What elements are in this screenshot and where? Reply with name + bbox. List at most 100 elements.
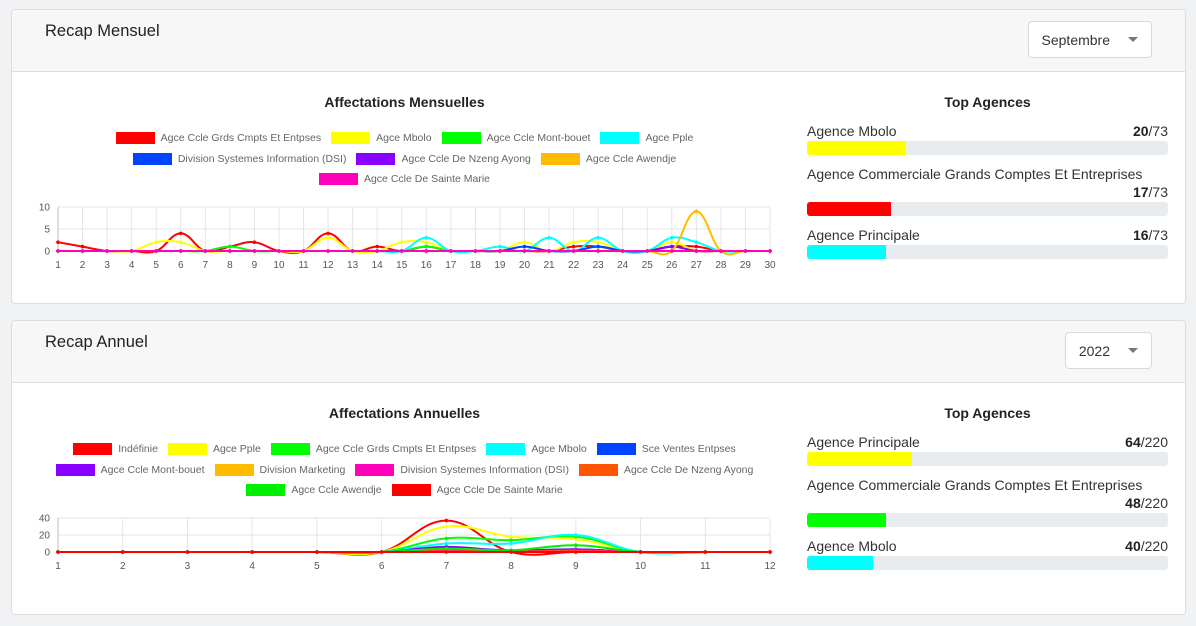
annual-data-point[interactable]: [185, 550, 190, 554]
monthly-data-point[interactable]: [596, 249, 600, 253]
annual-data-point[interactable]: [574, 550, 578, 554]
agency-score-total: /73: [1148, 184, 1168, 200]
monthly-data-point[interactable]: [375, 249, 379, 253]
monthly-data-point[interactable]: [669, 244, 674, 249]
annual-data-point[interactable]: [444, 550, 449, 554]
monthly-data-point[interactable]: [154, 249, 159, 253]
agency-progress-bar: [807, 141, 906, 155]
annual-data-point[interactable]: [315, 550, 319, 554]
annual-data-point[interactable]: [56, 550, 60, 554]
monthly-data-point[interactable]: [178, 249, 183, 253]
monthly-data-point[interactable]: [424, 249, 429, 253]
monthly-data-point[interactable]: [694, 249, 699, 253]
annual-data-point[interactable]: [509, 538, 513, 542]
monthly-data-point[interactable]: [105, 249, 109, 253]
monthly-data-point[interactable]: [694, 244, 699, 249]
monthly-data-point[interactable]: [203, 249, 208, 253]
monthly-data-point[interactable]: [669, 236, 674, 240]
monthly-data-point[interactable]: [301, 249, 306, 253]
agency-score-value: 17: [1132, 184, 1149, 200]
monthly-data-point[interactable]: [522, 244, 527, 249]
monthly-data-point[interactable]: [498, 249, 502, 253]
monthly-x-tick-label: 25: [642, 260, 654, 271]
monthly-data-point[interactable]: [424, 236, 429, 240]
annual-data-point[interactable]: [574, 533, 578, 537]
agency-score-value: 20: [1132, 123, 1149, 139]
annual-data-point[interactable]: [768, 550, 772, 554]
monthly-data-point[interactable]: [669, 240, 674, 244]
monthly-x-tick-label: 27: [691, 260, 703, 271]
monthly-data-point[interactable]: [178, 240, 183, 244]
agency-score-value: 48: [1125, 495, 1141, 511]
annual-data-point[interactable]: [638, 550, 643, 554]
monthly-x-tick-label: 10: [273, 260, 285, 271]
monthly-data-point[interactable]: [56, 240, 60, 244]
monthly-top-agencies: Top Agences Agence Mbolo 20/73 Agence Comm…: [807, 72, 1168, 269]
annual-agency-item: Agence Commerciale Grands Comptes Et Ent…: [807, 476, 1168, 527]
monthly-data-point[interactable]: [719, 249, 723, 253]
monthly-data-point[interactable]: [154, 240, 159, 244]
monthly-data-point[interactable]: [645, 249, 650, 253]
annual-data-point[interactable]: [444, 541, 449, 546]
monthly-x-tick-label: 2: [80, 260, 86, 271]
monthly-data-point[interactable]: [596, 236, 600, 240]
monthly-x-tick-label: 1: [55, 260, 61, 271]
annual-data-point[interactable]: [250, 550, 254, 554]
monthly-data-point[interactable]: [326, 249, 330, 253]
monthly-data-point[interactable]: [56, 249, 60, 253]
monthly-data-point[interactable]: [743, 249, 748, 253]
monthly-recap-card: Recap Mensuel Septembre Affectations Men…: [11, 9, 1186, 304]
monthly-x-tick-label: 11: [298, 260, 309, 271]
monthly-data-point[interactable]: [547, 249, 551, 253]
monthly-data-point[interactable]: [694, 240, 699, 244]
monthly-data-point[interactable]: [669, 249, 674, 253]
monthly-data-point[interactable]: [596, 244, 600, 249]
monthly-data-point[interactable]: [571, 244, 576, 249]
annual-data-point[interactable]: [703, 550, 708, 554]
monthly-data-point[interactable]: [252, 240, 257, 244]
monthly-data-point[interactable]: [522, 240, 527, 244]
monthly-data-point[interactable]: [547, 236, 551, 240]
month-select[interactable]: Septembre: [1027, 21, 1152, 58]
monthly-data-point[interactable]: [399, 240, 404, 244]
monthly-data-point[interactable]: [596, 240, 600, 244]
annual-data-point[interactable]: [444, 524, 449, 529]
monthly-data-point[interactable]: [522, 249, 527, 253]
monthly-data-point[interactable]: [326, 236, 330, 240]
monthly-data-point[interactable]: [326, 231, 330, 236]
monthly-data-point[interactable]: [571, 249, 576, 253]
monthly-data-point[interactable]: [375, 244, 379, 249]
monthly-data-point[interactable]: [228, 244, 232, 249]
monthly-data-point[interactable]: [228, 249, 232, 253]
monthly-data-point[interactable]: [178, 231, 183, 236]
annual-data-point[interactable]: [379, 550, 384, 554]
monthly-data-point[interactable]: [80, 249, 85, 253]
monthly-data-point[interactable]: [129, 249, 134, 253]
monthly-data-point[interactable]: [571, 240, 576, 244]
monthly-data-point[interactable]: [399, 249, 404, 253]
monthly-data-point[interactable]: [694, 209, 699, 214]
monthly-data-point[interactable]: [473, 249, 478, 253]
monthly-data-point[interactable]: [277, 249, 281, 253]
annual-data-point[interactable]: [444, 546, 449, 551]
annual-data-point[interactable]: [509, 534, 513, 539]
year-select[interactable]: 2022: [1064, 332, 1152, 369]
monthly-data-point[interactable]: [424, 244, 429, 249]
monthly-data-point[interactable]: [424, 240, 429, 244]
annual-data-point[interactable]: [574, 543, 578, 547]
monthly-data-point[interactable]: [620, 249, 625, 253]
monthly-x-tick-label: 7: [203, 260, 209, 271]
agency-score: 40/220: [1125, 537, 1168, 555]
monthly-data-point[interactable]: [449, 249, 453, 253]
monthly-data-point[interactable]: [350, 249, 355, 253]
monthly-data-point[interactable]: [498, 244, 502, 249]
annual-data-point[interactable]: [509, 550, 513, 554]
monthly-data-point[interactable]: [80, 244, 85, 249]
annual-data-point[interactable]: [120, 550, 125, 554]
monthly-data-point[interactable]: [252, 249, 257, 253]
agency-row: Agence Principale 64/220: [807, 433, 1168, 451]
annual-data-point[interactable]: [444, 536, 449, 541]
monthly-data-point[interactable]: [768, 249, 772, 253]
annual-data-point[interactable]: [444, 518, 449, 523]
annual-data-point[interactable]: [509, 541, 513, 546]
